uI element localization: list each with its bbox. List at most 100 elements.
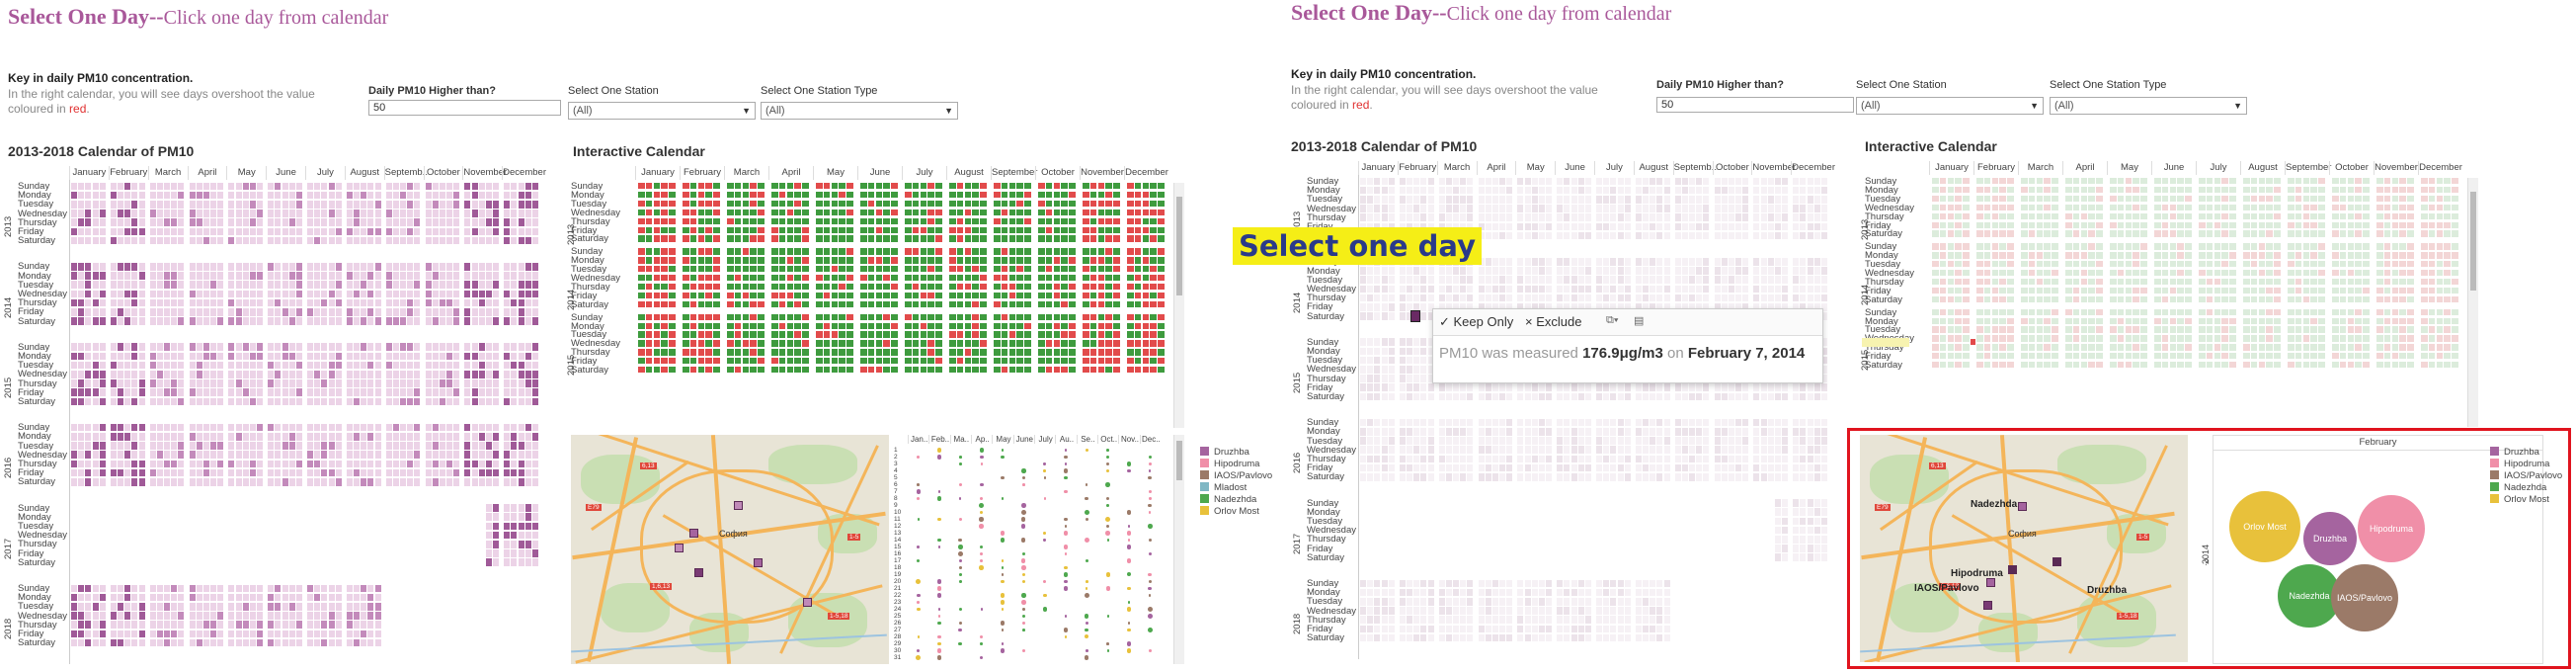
heatmap-cell[interactable] [392, 218, 399, 226]
heatmap-cell[interactable] [354, 379, 361, 387]
heatmap-cell[interactable] [110, 370, 117, 378]
heatmap-cell[interactable] [1407, 418, 1413, 427]
calendar-day-cell[interactable] [1158, 226, 1165, 233]
heatmap-cell[interactable] [1807, 231, 1813, 240]
heatmap-cell[interactable] [164, 352, 171, 361]
calendar-day-cell[interactable] [912, 209, 920, 216]
calendar-day-cell[interactable] [927, 340, 934, 347]
station-dot[interactable] [1086, 587, 1088, 590]
heatmap-cell[interactable] [156, 200, 163, 209]
calendar-day-cell[interactable] [661, 340, 668, 347]
heatmap-cell[interactable] [1399, 302, 1406, 311]
heatmap-cell[interactable] [531, 236, 538, 245]
heatmap-cell[interactable] [257, 298, 264, 307]
heatmap-cell[interactable] [1407, 177, 1413, 186]
heatmap-cell[interactable] [249, 352, 256, 361]
heatmap-cell[interactable] [1696, 383, 1703, 391]
heatmap-cell[interactable] [374, 262, 381, 271]
heatmap-cell[interactable] [1399, 392, 1406, 401]
calendar-day-cell[interactable] [1097, 340, 1105, 347]
heatmap-cell[interactable] [1689, 294, 1696, 302]
calendar-day-cell[interactable] [1158, 331, 1165, 338]
heatmap-cell[interactable] [171, 442, 178, 450]
heatmap-cell[interactable] [361, 218, 367, 226]
heatmap-cell[interactable] [1506, 294, 1513, 302]
heatmap-cell[interactable] [1793, 231, 1800, 240]
heatmap-cell[interactable] [1420, 375, 1427, 382]
station-dot[interactable] [980, 552, 984, 555]
heatmap-cell[interactable] [385, 272, 392, 280]
calendar-day-cell[interactable] [727, 200, 734, 208]
calendar-day-cell[interactable] [1113, 322, 1120, 329]
heatmap-cell[interactable] [1499, 392, 1506, 401]
heatmap-cell[interactable] [1467, 285, 1474, 294]
calendar-day-cell[interactable] [831, 300, 839, 308]
heatmap-cell[interactable] [1635, 285, 1642, 294]
heatmap-cell[interactable] [118, 182, 124, 191]
heatmap-cell[interactable] [1413, 195, 1420, 204]
heatmap-cell[interactable] [407, 317, 414, 325]
heatmap-cell[interactable] [432, 210, 439, 217]
heatmap-cell[interactable] [485, 343, 492, 351]
heatmap-cell[interactable] [1491, 205, 1498, 212]
heatmap-cell[interactable] [1517, 231, 1524, 240]
calendar-day-cell[interactable] [697, 300, 705, 308]
station-marker[interactable] [754, 558, 763, 567]
heatmap-cell[interactable] [92, 423, 99, 432]
heatmap-cell[interactable] [392, 388, 399, 396]
heatmap-cell[interactable] [374, 451, 381, 459]
calendar-day-cell[interactable] [1105, 313, 1112, 320]
heatmap-cell[interactable] [361, 352, 367, 361]
calendar-day-cell[interactable] [705, 367, 712, 374]
heatmap-cell[interactable] [1663, 267, 1670, 275]
calendar-day-cell[interactable] [867, 300, 875, 308]
calendar-day-cell[interactable] [1105, 209, 1112, 216]
calendar-day-cell[interactable] [750, 248, 757, 255]
heatmap-cell[interactable] [531, 352, 538, 361]
station-marker[interactable] [689, 529, 698, 538]
calendar-day-cell[interactable] [831, 283, 839, 291]
heatmap-cell[interactable] [307, 423, 314, 432]
calendar-day-cell[interactable] [727, 257, 734, 264]
heatmap-cell[interactable] [189, 298, 196, 307]
calendar-day-cell[interactable] [1069, 313, 1076, 320]
heatmap-cell[interactable] [485, 210, 492, 217]
heatmap-cell[interactable] [92, 317, 99, 325]
heatmap-cell[interactable] [1643, 177, 1650, 186]
heatmap-cell[interactable] [249, 423, 256, 432]
heatmap-cell[interactable] [1538, 213, 1545, 221]
heatmap-cell[interactable] [235, 468, 242, 477]
heatmap-cell[interactable] [471, 451, 478, 459]
heatmap-cell[interactable] [485, 504, 492, 512]
heatmap-cell[interactable] [92, 210, 99, 217]
calendar-day-cell[interactable] [994, 340, 1001, 347]
heatmap-cell[interactable] [531, 460, 538, 468]
heatmap-cell[interactable] [453, 343, 460, 351]
heatmap-cell[interactable] [138, 451, 145, 459]
calendar-day-cell[interactable] [1142, 300, 1150, 308]
heatmap-cell[interactable] [202, 290, 209, 298]
station-dot[interactable] [1126, 510, 1132, 515]
calendar-day-cell[interactable] [949, 275, 956, 282]
station-dot[interactable] [958, 573, 962, 576]
calendar-day-cell[interactable] [669, 313, 676, 320]
heatmap-cell[interactable] [275, 290, 282, 298]
heatmap-cell[interactable] [282, 379, 288, 387]
station-dot[interactable] [937, 546, 941, 548]
heatmap-cell[interactable] [1603, 205, 1610, 212]
heatmap-cell[interactable] [1577, 213, 1584, 221]
heatmap-cell[interactable] [138, 477, 145, 486]
heatmap-cell[interactable] [1793, 294, 1800, 302]
heatmap-cell[interactable] [1721, 195, 1728, 204]
heatmap-cell[interactable] [85, 460, 92, 468]
heatmap-cell[interactable] [1564, 392, 1570, 401]
heatmap-cell[interactable] [485, 513, 492, 521]
heatmap-cell[interactable] [1782, 222, 1789, 231]
heatmap-cell[interactable] [446, 281, 453, 289]
heatmap-cell[interactable] [228, 352, 235, 361]
heatmap-cell[interactable] [171, 352, 178, 361]
heatmap-cell[interactable] [275, 236, 282, 245]
heatmap-cell[interactable] [453, 290, 460, 298]
heatmap-cell[interactable] [1374, 392, 1381, 401]
calendar-day-cell[interactable] [1024, 266, 1031, 273]
